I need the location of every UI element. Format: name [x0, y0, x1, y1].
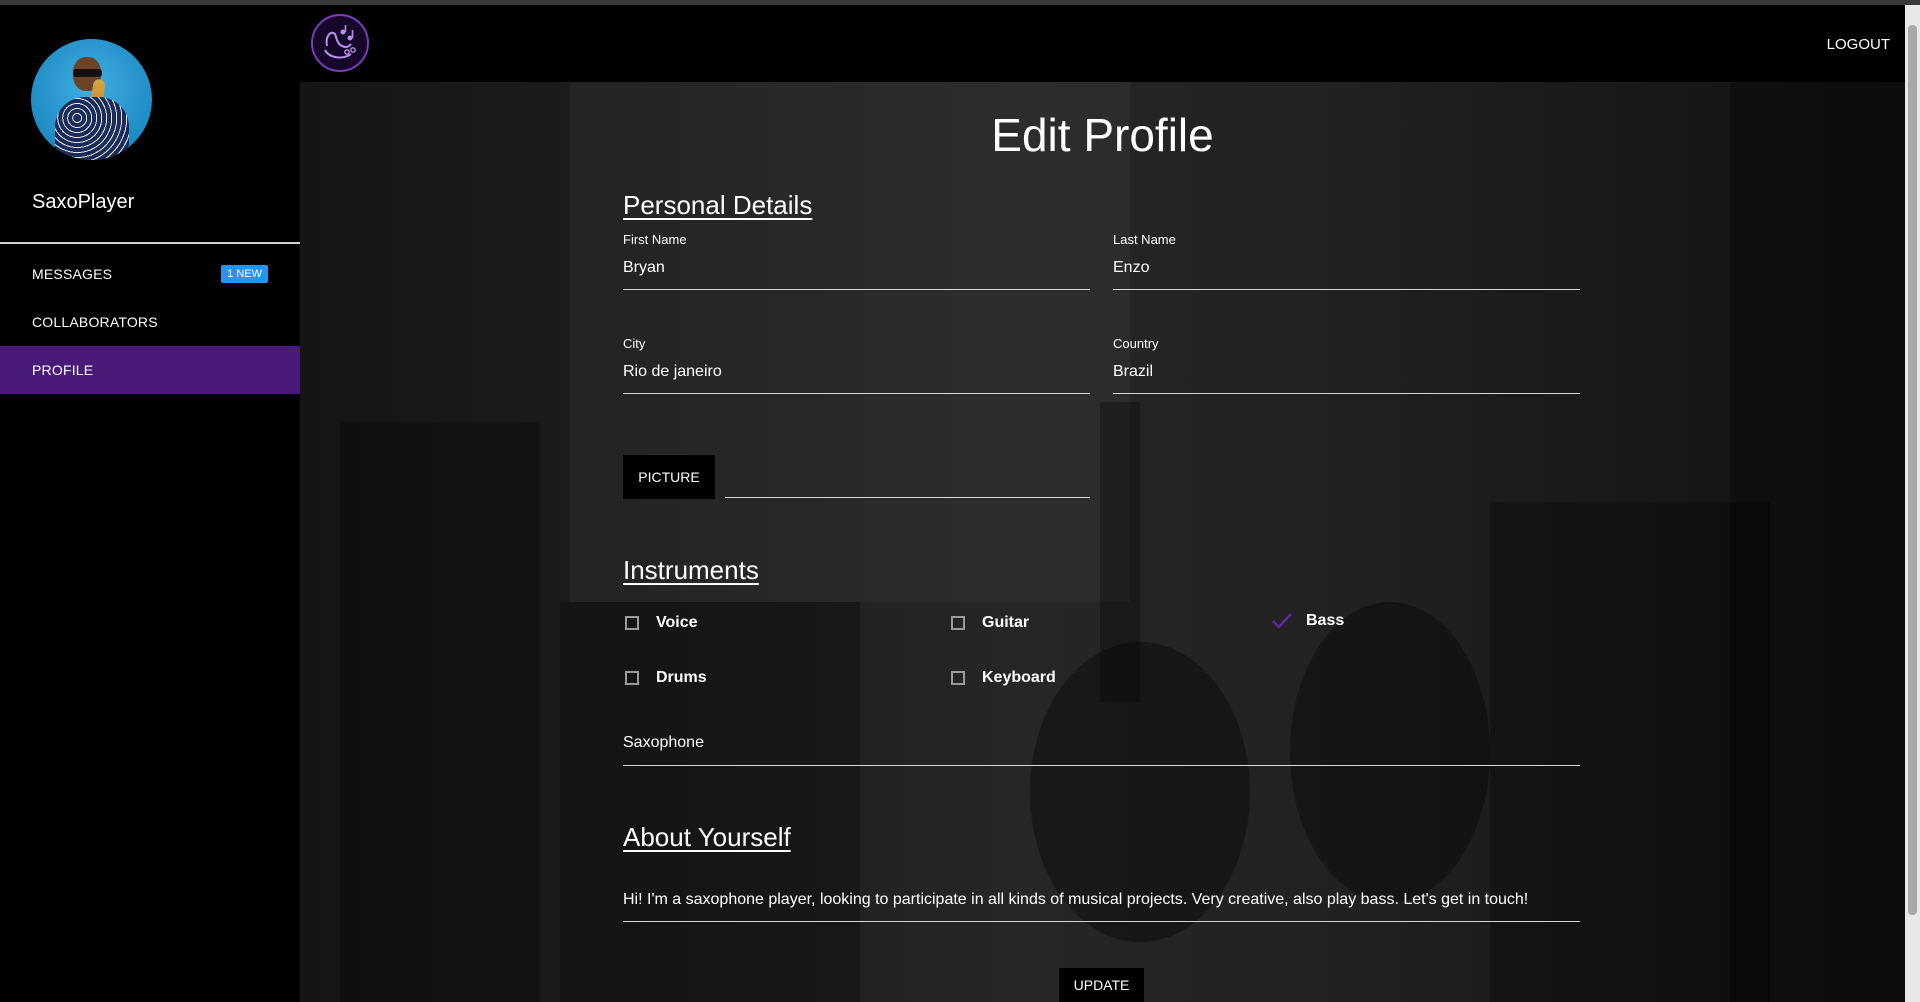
checkbox-box: [625, 616, 639, 630]
checkbox-box: [625, 671, 639, 685]
logo[interactable]: [311, 14, 369, 72]
background-keyboard: [340, 422, 540, 1002]
sidebar-item-collaborators[interactable]: COLLABORATORS: [0, 298, 300, 346]
other-instrument-input[interactable]: Saxophone: [623, 734, 704, 752]
bass-checkbox[interactable]: Bass: [1270, 612, 1344, 630]
drums-checkbox[interactable]: Drums: [625, 669, 707, 687]
sidebar: SaxoPlayer MESSAGES 1 NEW COLLABORATORS …: [0, 5, 300, 1002]
username: SaxoPlayer: [32, 191, 135, 213]
last-name-input[interactable]: Enzo: [1113, 259, 1149, 277]
last-name-underline: [1113, 289, 1580, 290]
top-bar: LOGOUT: [300, 5, 1905, 82]
music-hand-icon: [324, 25, 356, 59]
first-name-input[interactable]: Bryan: [623, 259, 665, 277]
background-desk: [560, 602, 860, 1002]
checkbox-label: Voice: [656, 614, 698, 631]
logout-link[interactable]: LOGOUT: [1827, 36, 1890, 53]
city-input[interactable]: Rio de janeiro: [623, 363, 722, 381]
about-textarea[interactable]: Hi! I'm a saxophone player, looking to p…: [623, 891, 1528, 909]
new-messages-badge: 1 NEW: [221, 265, 268, 283]
picture-upload-button[interactable]: PICTURE: [623, 455, 715, 499]
about-heading: About Yourself: [623, 822, 791, 852]
avatar-shirt: [55, 97, 129, 160]
guitar-checkbox[interactable]: Guitar: [951, 614, 1029, 632]
personal-details-heading: Personal Details: [623, 190, 813, 220]
checkbox-label: Guitar: [982, 614, 1030, 631]
avatar[interactable]: [31, 39, 152, 160]
city-label: City: [623, 336, 646, 351]
first-name-label: First Name: [623, 232, 687, 247]
update-button[interactable]: UPDATE: [1059, 968, 1144, 1002]
checkmark-icon: [1272, 613, 1292, 629]
checkbox-label: Drums: [656, 669, 707, 686]
sidebar-item-messages[interactable]: MESSAGES 1 NEW: [0, 250, 300, 298]
background-guitar: [1290, 602, 1490, 902]
other-instrument-underline: [623, 765, 1580, 766]
instruments-heading: Instruments: [623, 555, 759, 585]
first-name-underline: [623, 289, 1090, 290]
voice-checkbox[interactable]: Voice: [625, 614, 698, 632]
country-input[interactable]: Brazil: [1113, 363, 1153, 381]
main-content: Edit Profile Personal Details First Name…: [300, 82, 1905, 1002]
keyboard-checkbox[interactable]: Keyboard: [951, 669, 1056, 687]
city-underline: [623, 393, 1090, 394]
last-name-label: Last Name: [1113, 232, 1176, 247]
picture-file-field[interactable]: [725, 497, 1090, 498]
checkbox-label: Bass: [1306, 612, 1345, 629]
checkbox-box: [951, 671, 965, 685]
avatar-glasses: [73, 69, 102, 77]
checkbox-label: Keyboard: [982, 669, 1056, 686]
sidebar-item-label: COLLABORATORS: [32, 314, 158, 330]
sidebar-item-label: PROFILE: [32, 362, 94, 378]
page-title: Edit Profile: [991, 109, 1214, 161]
scrollbar-thumb[interactable]: [1908, 25, 1917, 915]
sidebar-item-label: MESSAGES: [32, 266, 113, 282]
sidebar-item-profile[interactable]: PROFILE: [0, 346, 300, 394]
background-guitar-neck: [1100, 402, 1140, 702]
sidebar-divider: [0, 242, 300, 244]
background-electric-guitar: [1490, 502, 1770, 1002]
country-underline: [1113, 393, 1580, 394]
checkbox-box: [951, 616, 965, 630]
about-underline: [623, 921, 1580, 922]
background-bookshelf: [1730, 82, 1905, 1002]
country-label: Country: [1113, 336, 1159, 351]
